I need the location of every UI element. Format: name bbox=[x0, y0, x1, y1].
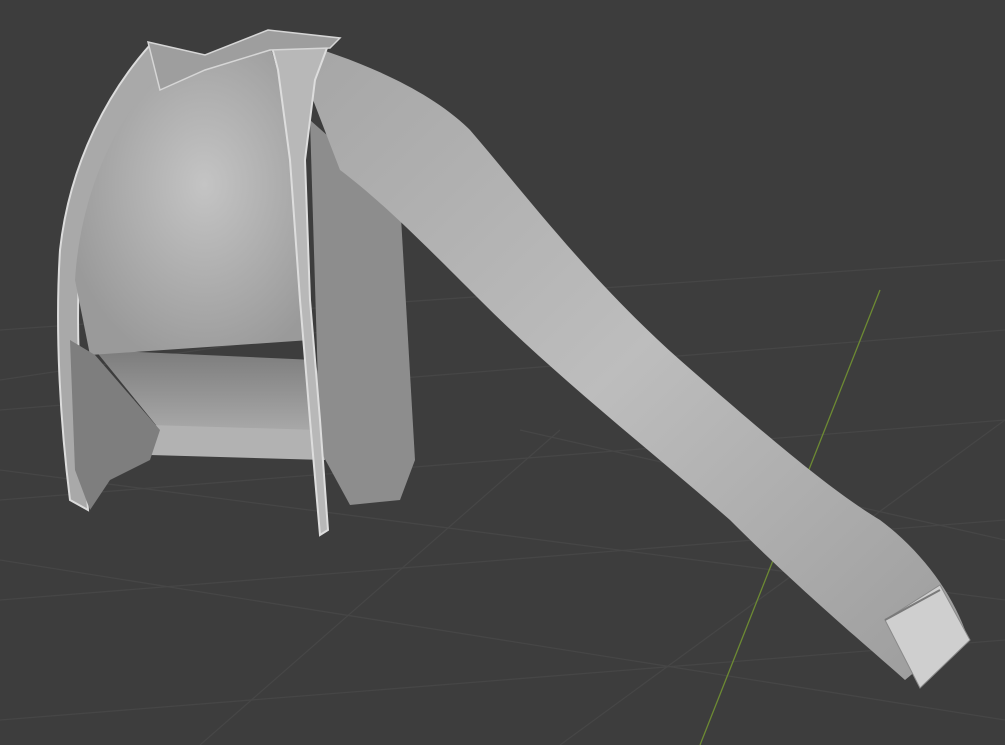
jacket-hem-band bbox=[150, 425, 325, 460]
3d-viewport[interactable] bbox=[0, 0, 1005, 745]
jacket-chest-panel bbox=[75, 45, 310, 355]
viewport-canvas[interactable] bbox=[0, 0, 1005, 745]
